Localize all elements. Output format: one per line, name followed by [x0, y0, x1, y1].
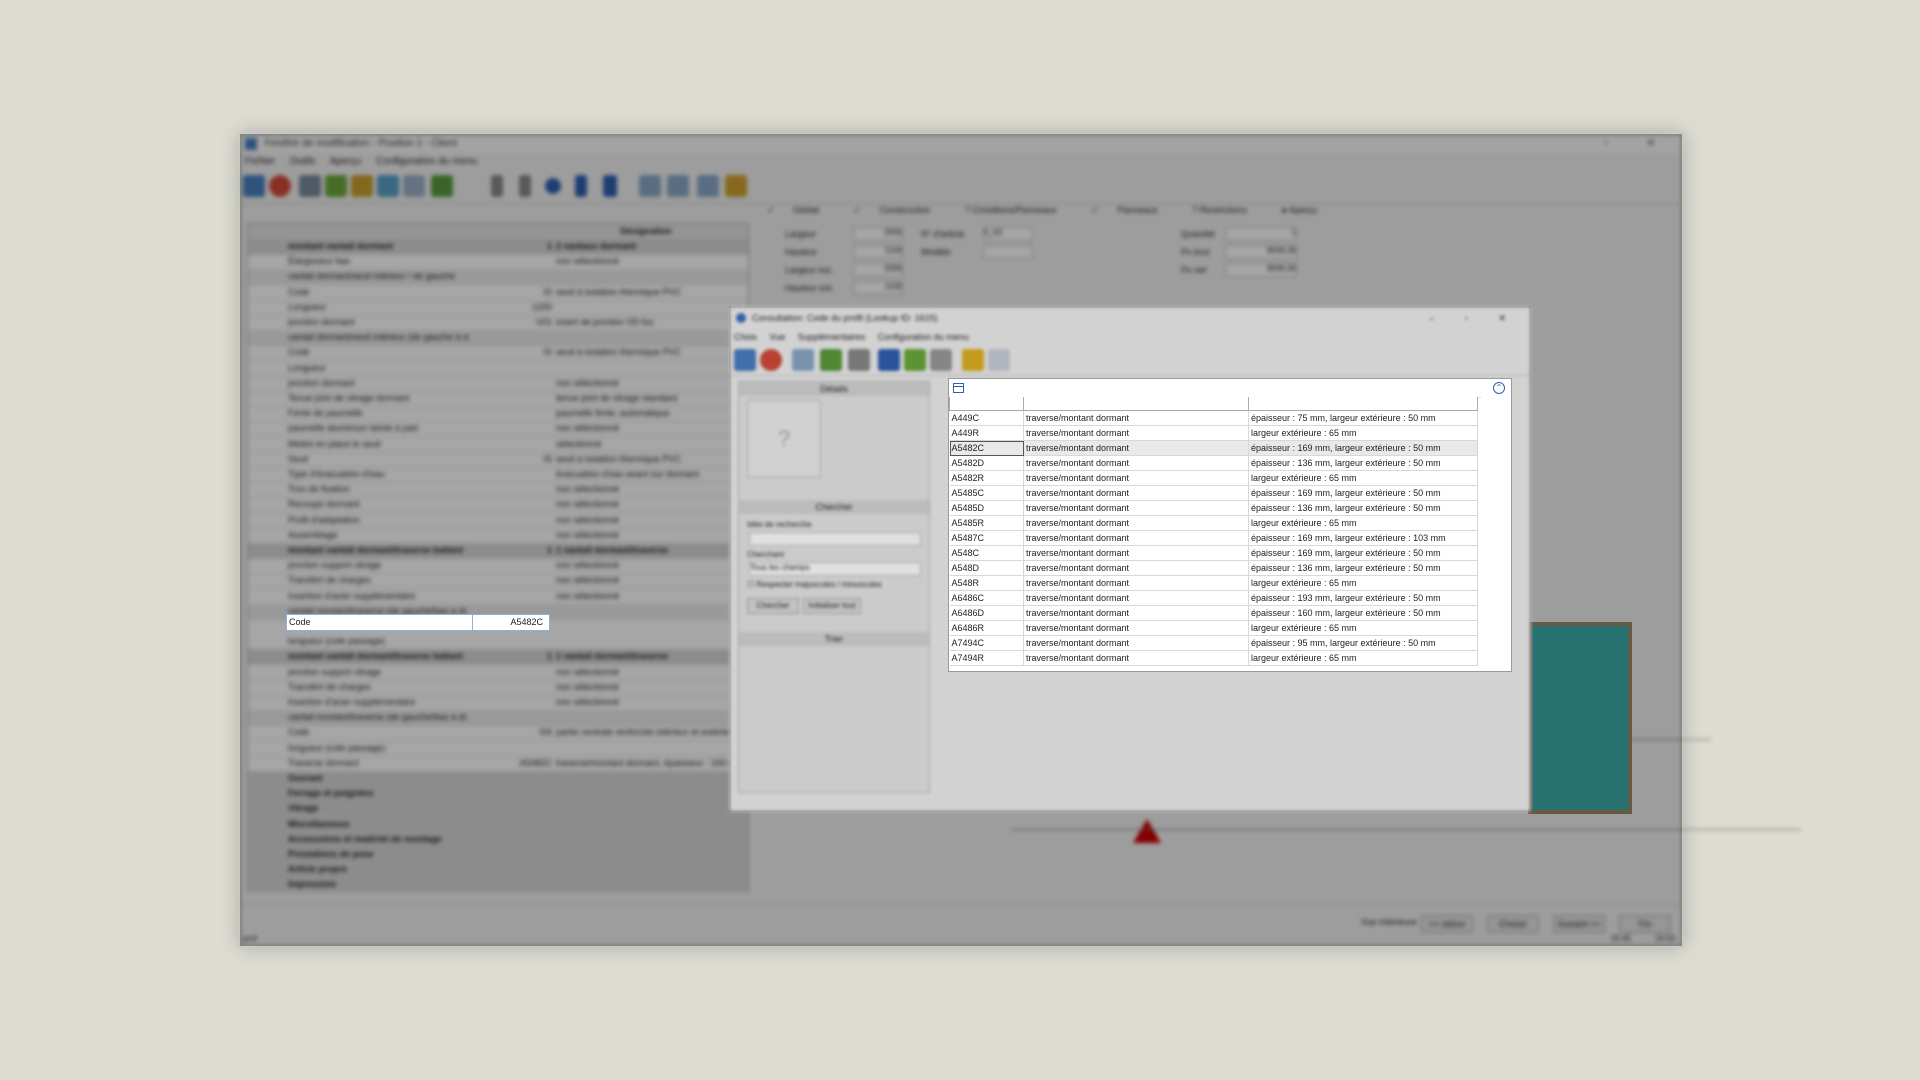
cell-designation: traverse/montant dormant	[1023, 560, 1249, 576]
cell-designation: traverse/montant dormant	[1023, 650, 1249, 666]
code-cell-value[interactable]: A5482C	[472, 615, 545, 630]
cell-code: A548C	[949, 545, 1024, 561]
cell-code: A5487C	[949, 530, 1024, 546]
cell-designation: traverse/montant dormant	[1023, 545, 1249, 561]
cell-details: largeur extérieure : 65 mm	[1248, 650, 1478, 666]
table-row[interactable]: A449C traverse/montant dormant épaisseur :…	[949, 410, 1478, 426]
cell-code: A5485C	[949, 485, 1024, 501]
table-row[interactable]: A7494C traverse/montant dormant épaisseur …	[949, 635, 1478, 651]
cell-code: A6486R	[949, 620, 1024, 636]
results-table: A449C traverse/montant dormant épaisseur :…	[949, 397, 1478, 666]
cell-code: A5485D	[949, 500, 1024, 516]
column-header-code[interactable]	[949, 397, 1024, 411]
cell-code: A6486D	[949, 605, 1024, 621]
table-row[interactable]: A5482R traverse/montant dormant largeur ex…	[949, 470, 1478, 486]
cell-details: largeur extérieure : 65 mm	[1248, 425, 1478, 441]
cell-designation: traverse/montant dormant	[1023, 620, 1249, 636]
cell-code: A7494R	[949, 650, 1024, 666]
table-row[interactable]: A548R traverse/montant dormant largeur ext…	[949, 575, 1478, 591]
results-scroll-area	[1481, 397, 1511, 669]
cell-details: épaisseur : 160 mm, largeur extérieure :…	[1248, 605, 1478, 621]
cell-details: épaisseur : 75 mm, largeur extérieure : …	[1248, 410, 1478, 426]
cell-details: épaisseur : 136 mm, largeur extérieure :…	[1248, 500, 1478, 516]
cell-details: épaisseur : 169 mm, largeur extérieure :…	[1248, 545, 1478, 561]
table-row[interactable]: A5485C traverse/montant dormant épaisseur …	[949, 485, 1478, 501]
cell-code: A7494C	[949, 635, 1024, 651]
cell-designation: traverse/montant dormant	[1023, 590, 1249, 606]
results-grid[interactable]: ⌃ A449C traverse/montant dormant épaisseur…	[948, 378, 1512, 672]
cell-designation: traverse/montant dormant	[1023, 470, 1249, 486]
results-header-row	[949, 397, 1478, 411]
cell-designation: traverse/montant dormant	[1023, 575, 1249, 591]
cell-details: largeur extérieure : 65 mm	[1248, 470, 1478, 486]
cell-designation: traverse/montant dormant	[1023, 515, 1249, 531]
table-row[interactable]: A7494R traverse/montant dormant largeur ex…	[949, 650, 1478, 666]
cell-details: épaisseur : 169 mm, largeur extérieure :…	[1248, 485, 1478, 501]
cell-details: largeur extérieure : 65 mm	[1248, 515, 1478, 531]
cell-code: A449C	[949, 410, 1024, 426]
table-row[interactable]: A449R traverse/montant dormant largeur ext…	[949, 425, 1478, 441]
column-header-designation[interactable]	[1023, 397, 1249, 411]
cell-details: épaisseur : 169 mm, largeur extérieure :…	[1248, 530, 1478, 546]
table-row[interactable]: A5485R traverse/montant dormant largeur ex…	[949, 515, 1478, 531]
code-cell[interactable]: Code A5482C	[286, 614, 550, 631]
cell-details: largeur extérieure : 65 mm	[1248, 620, 1478, 636]
grid-layout-icon[interactable]	[953, 383, 964, 393]
cell-designation: traverse/montant dormant	[1023, 530, 1249, 546]
cell-code: A5485R	[949, 515, 1024, 531]
cell-code: A5482D	[949, 455, 1024, 471]
cell-code: A548R	[949, 575, 1024, 591]
table-row[interactable]: A6486R traverse/montant dormant largeur ex…	[949, 620, 1478, 636]
column-header-details[interactable]	[1248, 397, 1478, 411]
cell-details: épaisseur : 136 mm, largeur extérieure :…	[1248, 455, 1478, 471]
table-row[interactable]: A5482D traverse/montant dormant épaisseur …	[949, 455, 1478, 471]
table-row[interactable]: A548D traverse/montant dormant épaisseur :…	[949, 560, 1478, 576]
table-row[interactable]: A6486C traverse/montant dormant épaisseur …	[949, 590, 1478, 606]
cell-code: A449R	[949, 425, 1024, 441]
table-row[interactable]: A6486D traverse/montant dormant épaisseur …	[949, 605, 1478, 621]
cell-details: épaisseur : 136 mm, largeur extérieure :…	[1248, 560, 1478, 576]
cell-designation: traverse/montant dormant	[1023, 635, 1249, 651]
cell-details: épaisseur : 95 mm, largeur extérieure : …	[1248, 635, 1478, 651]
table-row[interactable]: A548C traverse/montant dormant épaisseur :…	[949, 545, 1478, 561]
results-grid-toolbar: ⌃	[949, 379, 1511, 398]
cell-designation: traverse/montant dormant	[1023, 605, 1249, 621]
cell-designation: traverse/montant dormant	[1023, 440, 1249, 456]
results-body: A449C traverse/montant dormant épaisseur :…	[949, 410, 1478, 666]
code-cell-label: Code	[289, 617, 311, 627]
cell-code: A5482C	[949, 440, 1024, 456]
cell-details: épaisseur : 169 mm, largeur extérieure :…	[1248, 440, 1478, 456]
cell-details: épaisseur : 193 mm, largeur extérieure :…	[1248, 590, 1478, 606]
cell-designation: traverse/montant dormant	[1023, 485, 1249, 501]
cell-code: A6486C	[949, 590, 1024, 606]
cell-code: A548D	[949, 560, 1024, 576]
cell-designation: traverse/montant dormant	[1023, 410, 1249, 426]
table-row-selected[interactable]: A5482C traverse/montant dormant épaisseur …	[949, 440, 1478, 456]
table-row[interactable]: A5485D traverse/montant dormant épaisseur …	[949, 500, 1478, 516]
cell-designation: traverse/montant dormant	[1023, 500, 1249, 516]
cell-details: largeur extérieure : 65 mm	[1248, 575, 1478, 591]
cell-code: A5482R	[949, 470, 1024, 486]
table-row[interactable]: A5487C traverse/montant dormant épaisseur …	[949, 530, 1478, 546]
collapse-icon[interactable]: ⌃	[1493, 382, 1505, 394]
cell-designation: traverse/montant dormant	[1023, 425, 1249, 441]
cell-designation: traverse/montant dormant	[1023, 455, 1249, 471]
